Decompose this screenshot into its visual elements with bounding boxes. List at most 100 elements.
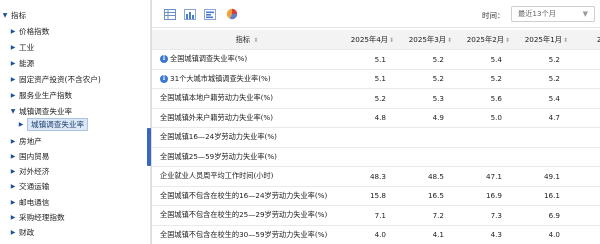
- bar-chart-button[interactable]: [184, 8, 196, 20]
- value-cell: [574, 127, 600, 148]
- caret-right-icon[interactable]: ▶: [9, 76, 17, 83]
- chevron-down-icon: ▼: [582, 10, 588, 18]
- sort-icon[interactable]: ⬍: [447, 37, 452, 44]
- table-row[interactable]: i 31个大城市城镇调查失业率(%) 5.1 5.2 5.2 5.2: [152, 69, 600, 89]
- table-row[interactable]: 全国城镇16—24岁劳动力失业率(%): [152, 127, 600, 148]
- tree-item[interactable]: ▶ 服务业生产指数: [9, 89, 72, 102]
- time-range-select[interactable]: 最近13个月 ▼: [511, 6, 595, 22]
- caret-right-icon[interactable]: ▶: [9, 199, 17, 206]
- tree-item-label: 交通运输: [19, 182, 50, 191]
- table-body: i 全国城镇调查失业率(%) 5.1 5.2 5.4 5.2 i 31个大城市城镇调查失业率(…: [152, 49, 600, 244]
- caret-right-icon[interactable]: ▶: [9, 168, 17, 175]
- sort-icon[interactable]: ⬍: [505, 37, 510, 44]
- value-cell: [400, 147, 458, 167]
- value-cell: [516, 147, 574, 167]
- tree-item-label: 房地产: [19, 137, 42, 146]
- column-header[interactable]: 2025年1月⬍: [516, 30, 574, 50]
- tree-item[interactable]: ▶ 国内贸易: [9, 150, 50, 163]
- table-row[interactable]: 企业就业人员周平均工作时间(小时) 48.3 48.5 47.1 49.1: [152, 166, 600, 187]
- indicator-name: 全国城镇不包含在校生的25—29岁劳动力失业率(%): [160, 210, 328, 220]
- value-cell: [574, 147, 600, 167]
- column-header[interactable]: 2025年4月⬍: [342, 30, 400, 50]
- value-cell: [574, 49, 600, 70]
- value-cell: 48.3: [342, 166, 400, 187]
- caret-down-icon[interactable]: ▼: [9, 108, 17, 115]
- value-cell: [400, 127, 458, 148]
- caret-right-icon[interactable]: ▶: [9, 153, 17, 160]
- value-cell: 47.1: [458, 166, 516, 187]
- table-row[interactable]: 全国城镇本地户籍劳动力失业率(%) 5.2 5.3 5.6 5.4: [152, 88, 600, 109]
- tree-item[interactable]: ▶ 房地产: [9, 135, 42, 148]
- tree-item-label: 邮电通信: [19, 198, 50, 207]
- value-cell: 16.5: [400, 186, 458, 206]
- sort-icon: ⬍: [253, 36, 259, 44]
- tree-item[interactable]: ▼ 城镇调查失业率: [9, 105, 72, 118]
- table-row[interactable]: 全国城镇外来户籍劳动力失业率(%) 4.8 4.9 5.0 4.7: [152, 108, 600, 128]
- horizontal-bar-icon: [204, 8, 216, 20]
- indicator-name: 全国城镇不包含在校生的16—24岁劳动力失业率(%): [160, 190, 328, 200]
- value-cell: 5.2: [342, 88, 400, 109]
- tree-item[interactable]: ▼ 指标: [1, 9, 27, 22]
- tree-item[interactable]: ▶ 对外经济: [9, 165, 50, 178]
- table-view-button[interactable]: [164, 8, 176, 20]
- caret-right-icon[interactable]: ▶: [17, 121, 25, 128]
- value-cell: 5.2: [516, 69, 574, 89]
- value-cell: 5.1: [342, 49, 400, 70]
- tree-item[interactable]: ▶ 能源: [9, 57, 35, 70]
- tree-item-label: 指标: [11, 11, 27, 20]
- info-icon[interactable]: i: [160, 74, 168, 83]
- tree-item[interactable]: ▶ 工业: [9, 41, 35, 54]
- indicator-name: 全国城镇不包含在校生的30—59岁劳动力失业率(%): [160, 229, 328, 239]
- value-cell: 6.9: [516, 205, 574, 226]
- pie-chart-button[interactable]: [226, 8, 238, 20]
- tree-item[interactable]: ▶ 邮电通信: [9, 196, 50, 209]
- tree-item[interactable]: ▶ 采购经理指数: [9, 211, 65, 224]
- value-cell: 15.8: [342, 186, 400, 206]
- table-row[interactable]: 全国城镇不包含在校生的16—24岁劳动力失业率(%) 15.8 16.5 16.9 16…: [152, 186, 600, 206]
- sort-icon[interactable]: ⬍: [389, 37, 394, 44]
- tree-item[interactable]: ▶ 财政: [9, 226, 35, 239]
- table-row[interactable]: 全国城镇不包含在校生的30—59岁劳动力失业率(%) 4.0 4.1 4.3 4.0: [152, 225, 600, 244]
- indicator-name: 全国城镇调查失业率(%): [170, 54, 248, 64]
- horizontal-bar-button[interactable]: [204, 8, 216, 20]
- caret-right-icon[interactable]: ▶: [9, 92, 17, 99]
- sort-icon[interactable]: ⬍: [563, 37, 568, 44]
- indicator-cell: 全国城镇25—59岁劳动力失业率(%): [152, 147, 342, 167]
- value-cell: [574, 108, 600, 128]
- tree-item[interactable]: ▶ 交通运输: [9, 180, 50, 193]
- value-cell: 5.1: [342, 69, 400, 89]
- column-header[interactable]: 2025年2月⬍: [458, 30, 516, 50]
- bar-chart-icon: [184, 8, 196, 20]
- caret-right-icon[interactable]: ▶: [9, 28, 17, 35]
- data-panel: 时间： 最近13个月 ▼ 指标 ⬍ 2025年4月⬍ 2025年3月⬍ 2025年2…: [152, 0, 600, 244]
- column-header[interactable]: 2025年3月⬍: [400, 30, 458, 50]
- tree-item[interactable]: ▶ 城镇调查失业率: [17, 118, 89, 131]
- caret-right-icon[interactable]: ▶: [9, 229, 17, 236]
- indicator-cell: 企业就业人员周平均工作时间(小时): [152, 166, 342, 187]
- table-row[interactable]: i 全国城镇调查失业率(%) 5.1 5.2 5.4 5.2: [152, 49, 600, 70]
- indicator-name: 全国城镇外来户籍劳动力失业率(%): [160, 112, 274, 122]
- caret-right-icon[interactable]: ▶: [9, 183, 17, 190]
- caret-down-icon[interactable]: ▼: [1, 12, 9, 19]
- value-cell: 4.0: [516, 225, 574, 244]
- tree-item[interactable]: ▶ 价格指数: [9, 25, 50, 38]
- indicator-column-header[interactable]: 指标 ⬍: [152, 30, 342, 50]
- toolbar: 时间： 最近13个月 ▼: [152, 0, 600, 28]
- table-row[interactable]: 全国城镇25—59岁劳动力失业率(%): [152, 147, 600, 167]
- value-cell: [574, 205, 600, 226]
- column-header[interactable]: 20: [574, 30, 600, 50]
- caret-right-icon[interactable]: ▶: [9, 138, 17, 145]
- column-header-label: 2025年2月: [466, 34, 504, 44]
- table-row[interactable]: 全国城镇不包含在校生的25—29岁劳动力失业率(%) 7.1 7.2 7.3 6.9: [152, 205, 600, 226]
- value-cell: 4.1: [400, 225, 458, 244]
- indicator-cell: 全国城镇不包含在校生的30—59岁劳动力失业率(%): [152, 225, 342, 244]
- tree-item[interactable]: ▶ 固定资产投资(不含农户): [9, 73, 101, 86]
- caret-right-icon[interactable]: ▶: [9, 60, 17, 67]
- caret-right-icon[interactable]: ▶: [9, 44, 17, 51]
- value-cell: 5.2: [400, 49, 458, 70]
- caret-right-icon[interactable]: ▶: [9, 214, 17, 221]
- value-cell: [342, 127, 400, 148]
- info-icon[interactable]: i: [160, 55, 168, 64]
- indicator-name: 企业就业人员周平均工作时间(小时): [160, 171, 274, 181]
- indicator-cell: i 全国城镇调查失业率(%): [152, 49, 342, 70]
